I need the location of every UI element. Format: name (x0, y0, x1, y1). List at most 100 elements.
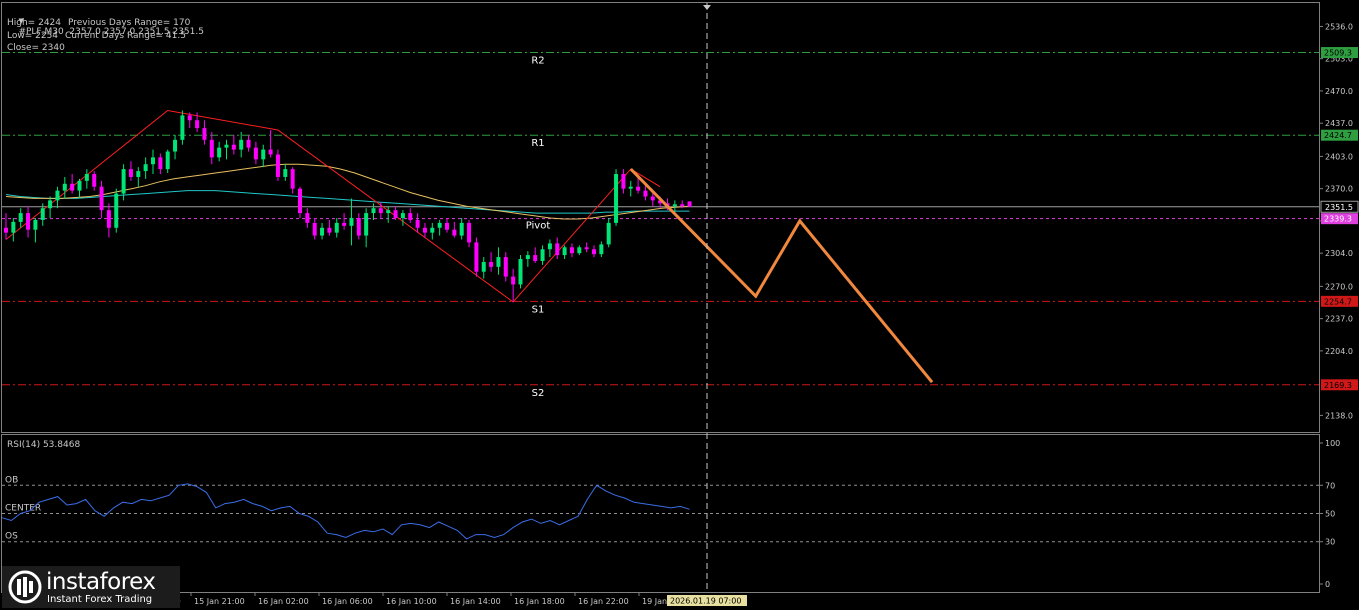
candle-body (481, 261, 486, 272)
chart-canvas[interactable]: R2R1PivotS1S2 2536.02503.02470.02437.024… (0, 0, 1359, 610)
candle-body (128, 169, 133, 177)
candle (312, 217, 317, 240)
candle-body (364, 213, 369, 236)
candle (224, 139, 229, 160)
candle (452, 221, 457, 238)
candle-body (290, 169, 295, 189)
candle (18, 208, 23, 228)
candle (592, 245, 596, 258)
price-tick-label: 2470.0 (1325, 87, 1353, 96)
candle (628, 180, 633, 197)
candle-body (621, 174, 626, 189)
candle-body (209, 139, 214, 158)
candle-body (643, 190, 648, 197)
rsi-tick-label: 0 (1325, 580, 1330, 589)
candle-body (437, 222, 442, 228)
candle (511, 268, 516, 303)
candle (584, 242, 589, 253)
zigzag-line (5, 109, 661, 303)
candle (474, 237, 479, 277)
candle-body (386, 210, 391, 214)
candle-body (26, 213, 31, 230)
candle-body (70, 183, 75, 191)
candle (356, 213, 361, 240)
candle (4, 213, 8, 240)
candle (614, 169, 619, 226)
time-tick-label: 16 Jan 18:00 (514, 597, 565, 606)
candle (415, 213, 420, 233)
candle (400, 210, 405, 226)
candle-body (400, 213, 405, 218)
pivot-levels: R2 R1 Pivot S1 S2 (2, 52, 1319, 399)
candle-body (246, 139, 251, 148)
candle (106, 203, 111, 238)
candle-body (268, 149, 273, 155)
candle-body (261, 149, 266, 160)
price-tick-label: 2237.0 (1325, 315, 1353, 324)
candle (334, 217, 339, 238)
candle (467, 219, 472, 248)
candle-body (371, 208, 376, 214)
candle-body (628, 186, 633, 189)
candle (305, 208, 310, 228)
candle (290, 167, 295, 194)
candle (231, 134, 236, 155)
candle-body (474, 242, 479, 272)
candle-body (562, 247, 567, 256)
candle-body (408, 213, 413, 220)
level-name-s1: S1 (532, 304, 545, 315)
candle-body (312, 222, 317, 236)
candle (268, 130, 273, 158)
candle-body (84, 174, 89, 181)
price-tick-label: 2536.0 (1325, 22, 1353, 31)
time-tick-label: 16 Jan 14:00 (450, 597, 501, 606)
candle (687, 201, 692, 207)
candle (275, 149, 280, 181)
candle-body (503, 257, 508, 277)
candle (408, 208, 413, 223)
time-tick-label: 19 Jan (642, 597, 667, 606)
rsi-panel-frame (1, 434, 1320, 593)
candle-body (180, 115, 185, 140)
candle-body (4, 227, 8, 233)
chart-window[interactable]: R2 R1 Pivot S1 S2 2536.0 2503.0 2470.0 2437.0 24… (0, 0, 1359, 610)
price-tick-label: 2138.0 (1325, 411, 1353, 420)
candle-body (92, 174, 97, 187)
current-price-label: 2351.5 (1325, 203, 1353, 212)
high-label: High= 2424 (7, 18, 61, 28)
candle (445, 217, 449, 233)
rsi-tick-label: 100 (1325, 439, 1340, 448)
candle (92, 171, 97, 191)
brand-tagline: Instant Forex Trading (47, 594, 153, 605)
candle (209, 131, 214, 165)
candle (77, 178, 82, 199)
candle (327, 219, 332, 236)
level-price-label: 2339.3 (1324, 215, 1352, 224)
price-tick-label: 2304.0 (1325, 249, 1353, 258)
price-tick-label: 2403.0 (1325, 152, 1353, 161)
candle-body (320, 227, 325, 236)
candle (496, 247, 501, 275)
candle (393, 206, 398, 220)
candle-body (584, 247, 589, 250)
candle (459, 217, 464, 240)
candle-body (489, 261, 494, 267)
candle (70, 174, 75, 194)
low-label: Low= 2254 (7, 31, 59, 41)
candle-body (195, 120, 200, 129)
candle-body (143, 164, 148, 172)
candle (489, 252, 494, 272)
candle-body (687, 201, 692, 207)
candle-body (77, 180, 82, 191)
candle-body (378, 208, 383, 214)
candle-body (467, 222, 472, 243)
candle (217, 141, 222, 162)
price-axis: 2536.02503.02470.02437.02403.02370.02337… (1319, 22, 1359, 420)
candle (62, 176, 67, 199)
instaforex-logo: instaforex Instant Forex Trading (2, 566, 180, 608)
candle-body (231, 144, 236, 150)
candle-body (672, 204, 677, 207)
price-tick-label: 2437.0 (1325, 119, 1353, 128)
candle (437, 219, 442, 236)
level-price-label: 2254.7 (1324, 297, 1352, 306)
